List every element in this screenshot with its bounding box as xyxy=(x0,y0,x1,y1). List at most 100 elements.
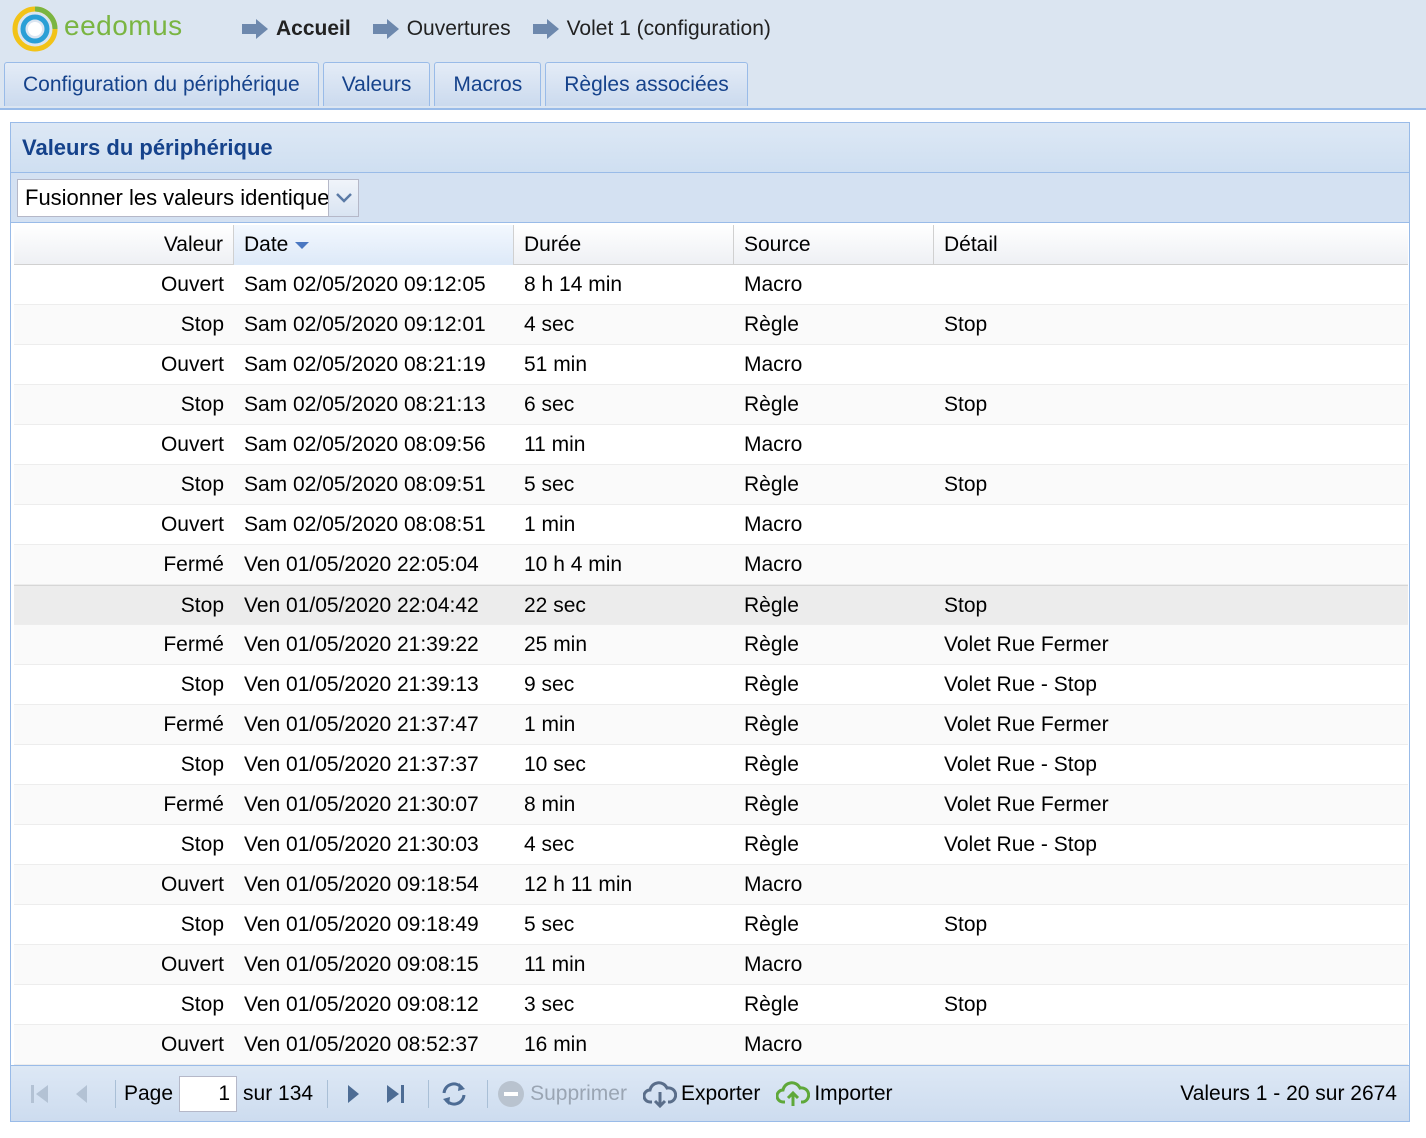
prev-page-button[interactable] xyxy=(65,1077,99,1111)
cloud-download-icon xyxy=(642,1080,677,1108)
delete-button[interactable]: Supprimer xyxy=(496,1079,627,1109)
cell-valeur: Stop xyxy=(180,752,224,776)
refresh-button[interactable] xyxy=(437,1077,471,1111)
breadcrumb-label: Accueil xyxy=(276,17,351,40)
paging-toolbar: Page sur 134 xyxy=(11,1065,1409,1121)
cloud-upload-icon xyxy=(776,1080,811,1106)
column-header-label: Date xyxy=(244,233,289,256)
minus-circle-icon xyxy=(498,1080,525,1107)
column-header-detail[interactable]: Détail xyxy=(934,225,1408,265)
page-number-input[interactable] xyxy=(179,1075,238,1112)
cell-source: Règle xyxy=(744,912,799,936)
cell-date: Sam 02/05/2020 08:09:56 xyxy=(244,432,486,456)
refresh-icon xyxy=(442,1081,466,1106)
cell-detail xyxy=(934,345,1408,384)
cell-duree: 11 min xyxy=(524,952,586,976)
arrow-right-icon xyxy=(242,19,268,39)
next-page-button[interactable] xyxy=(336,1077,370,1111)
cell-detail: Stop xyxy=(944,912,988,936)
table-row[interactable]: Stop Ven 01/05/2020 09:08:12 3 sec Règle Sto… xyxy=(14,985,1408,1025)
prev-page-icon xyxy=(76,1084,87,1103)
cell-source: Règle xyxy=(744,832,799,856)
merge-filter-input[interactable] xyxy=(18,180,328,216)
tab-regles[interactable]: Règles associées xyxy=(545,62,748,106)
column-header-label: Durée xyxy=(524,233,582,256)
eedomus-logo-icon[interactable] xyxy=(12,6,58,52)
table-row[interactable]: Stop Ven 01/05/2020 09:18:49 5 sec Règle Sto… xyxy=(14,905,1408,945)
cell-detail: Stop xyxy=(944,593,988,617)
column-header-date[interactable]: Date xyxy=(234,225,514,265)
breadcrumb-item-ouvertures[interactable]: Ouvertures xyxy=(371,17,511,41)
table-row[interactable]: Stop Ven 01/05/2020 21:39:13 9 sec Règle Vol… xyxy=(14,665,1408,705)
cell-source: Règle xyxy=(744,992,799,1016)
cell-date: Sam 02/05/2020 08:21:19 xyxy=(244,352,486,376)
cell-detail xyxy=(934,265,1408,304)
cell-detail: Stop xyxy=(944,312,988,336)
table-row[interactable]: Ouvert Ven 01/05/2020 08:52:37 16 min Macro xyxy=(14,1025,1408,1065)
cell-date: Ven 01/05/2020 09:18:49 xyxy=(244,912,479,936)
tab-configuration[interactable]: Configuration du périphérique xyxy=(4,62,319,106)
paging-info: Valeurs 1 - 20 sur 2674 xyxy=(1180,1081,1397,1105)
column-header-valeur[interactable]: Valeur xyxy=(14,225,234,265)
cell-source: Macro xyxy=(744,552,803,576)
table-row[interactable]: Ouvert Sam 02/05/2020 09:12:05 8 h 14 min M… xyxy=(14,265,1408,305)
cell-detail: Volet Rue Fermer xyxy=(944,632,1109,656)
tab-macros[interactable]: Macros xyxy=(434,62,542,106)
table-row[interactable]: Fermé Ven 01/05/2020 21:30:07 8 min Règle Vo… xyxy=(14,785,1408,825)
panel-toolbar xyxy=(11,173,1409,223)
cell-duree: 51 min xyxy=(524,352,588,376)
cell-valeur: Stop xyxy=(180,672,224,696)
import-button[interactable]: Importer xyxy=(776,1080,893,1108)
table-row[interactable]: Fermé Ven 01/05/2020 21:37:47 1 min Règle Vo… xyxy=(14,705,1408,745)
table-row[interactable]: Ouvert Sam 02/05/2020 08:08:51 1 min Macro xyxy=(14,505,1408,545)
separator xyxy=(115,1079,116,1108)
table-row[interactable]: Ouvert Sam 02/05/2020 08:09:56 11 min Macro xyxy=(14,425,1408,465)
table-row[interactable]: Stop Sam 02/05/2020 08:09:51 5 sec Règle Sto… xyxy=(14,465,1408,505)
cell-duree: 16 min xyxy=(524,1032,588,1056)
cell-date: Ven 01/05/2020 22:05:04 xyxy=(244,552,479,576)
page-label: Page xyxy=(124,1081,174,1105)
cell-duree: 10 h 4 min xyxy=(524,552,623,576)
column-header-source[interactable]: Source xyxy=(734,225,934,265)
cell-source: Règle xyxy=(744,392,799,416)
cell-date: Ven 01/05/2020 22:04:42 xyxy=(244,593,479,617)
cell-valeur: Ouvert xyxy=(160,952,224,976)
cell-duree: 1 min xyxy=(524,712,576,736)
merge-filter-trigger[interactable] xyxy=(328,180,358,216)
cell-detail xyxy=(934,425,1408,464)
table-row[interactable]: Stop Sam 02/05/2020 08:21:13 6 sec Règle Sto… xyxy=(14,385,1408,425)
table-row[interactable]: Fermé Ven 01/05/2020 21:39:22 25 min Règle V… xyxy=(14,625,1408,665)
last-page-button[interactable] xyxy=(378,1077,412,1111)
cell-valeur: Stop xyxy=(180,832,224,856)
breadcrumb-item-accueil[interactable]: Accueil xyxy=(240,17,351,41)
table-row[interactable]: Stop Ven 01/05/2020 22:04:42 22 sec Règle St… xyxy=(14,585,1408,625)
cell-date: Sam 02/05/2020 08:09:51 xyxy=(244,472,486,496)
cell-valeur: Ouvert xyxy=(160,512,224,536)
sort-desc-icon xyxy=(295,242,310,249)
table-row[interactable]: Ouvert Ven 01/05/2020 09:18:54 12 h 11 min… xyxy=(14,865,1408,905)
first-page-icon xyxy=(31,1084,48,1103)
grid-header: Valeur Date Durée Source Détail xyxy=(14,225,1408,265)
table-row[interactable]: Stop Ven 01/05/2020 21:30:03 4 sec Règle Vol… xyxy=(14,825,1408,865)
cell-duree: 1 min xyxy=(524,512,576,536)
table-row[interactable]: Fermé Ven 01/05/2020 22:05:04 10 h 4 min Ma… xyxy=(14,545,1408,585)
cell-source: Macro xyxy=(744,512,803,536)
column-header-duree[interactable]: Durée xyxy=(514,225,734,265)
arrow-right-icon xyxy=(372,19,399,39)
table-row[interactable]: Stop Ven 01/05/2020 21:37:37 10 sec Règle Vo… xyxy=(14,745,1408,785)
breadcrumb-item-volet[interactable]: Volet 1 (configuration) xyxy=(531,17,771,41)
first-page-button[interactable] xyxy=(23,1077,57,1111)
next-page-icon xyxy=(348,1084,360,1103)
table-row[interactable]: Ouvert Sam 02/05/2020 08:21:19 51 min Macro xyxy=(14,345,1408,385)
tab-valeurs[interactable]: Valeurs xyxy=(322,62,431,106)
logo-text[interactable]: eedomus xyxy=(64,10,183,42)
cell-valeur: Ouvert xyxy=(160,1032,224,1056)
export-label: Exporter xyxy=(680,1081,761,1105)
merge-filter-combo[interactable] xyxy=(17,179,359,217)
cell-duree: 8 h 14 min xyxy=(524,272,623,296)
export-button[interactable]: Exporter xyxy=(642,1080,761,1108)
table-row[interactable]: Stop Sam 02/05/2020 09:12:01 4 sec Règle Sto… xyxy=(14,305,1408,345)
table-row[interactable]: Ouvert Ven 01/05/2020 09:08:15 11 min Macro xyxy=(14,945,1408,985)
cell-duree: 22 sec xyxy=(524,593,586,617)
cell-date: Ven 01/05/2020 09:18:54 xyxy=(244,872,479,896)
